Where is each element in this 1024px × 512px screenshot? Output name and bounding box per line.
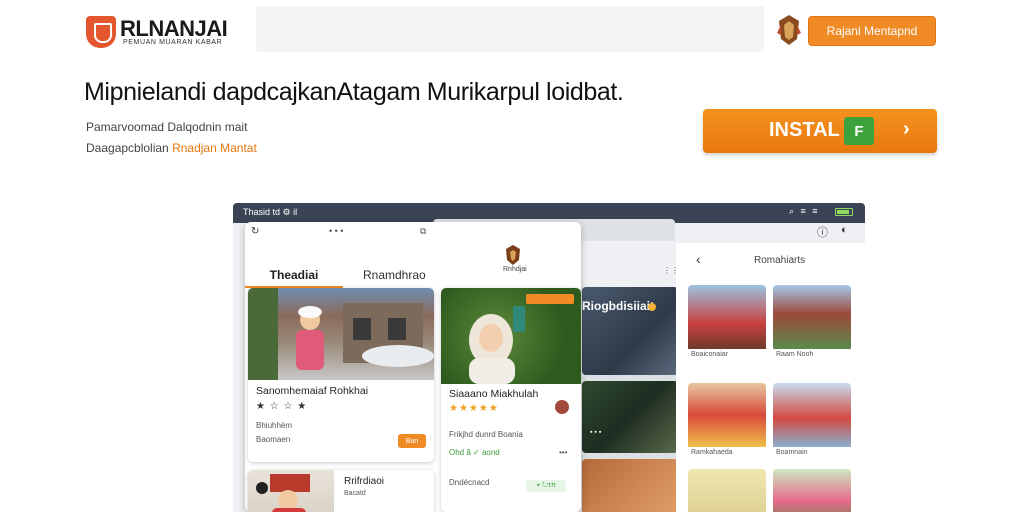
header-cta-button[interactable]: Rajanl Mentapnd [808,16,936,46]
listing-meta: Bacatd [344,490,366,497]
gallery-caption: Raam Nooh [776,351,814,358]
house-illustration [248,288,434,380]
hero-subtitle-2-text: Daagapcblolian [86,141,169,155]
listing-card[interactable]: Rrifrdiaoi Bacatd [248,470,434,512]
gallery-thumb[interactable]: Boaiconaiar [688,285,766,361]
device-mockup: Thasid td ⚙ il ⌕ ≡ ≡ ⋮⋮ Riogbdisiiait ▪ … [233,203,865,512]
feed-card[interactable]: Riogbdisiiait [582,287,678,375]
listing-title: Siaaano Miakhulah [449,388,539,400]
status-bar-left: Thasid td ⚙ il [243,207,298,217]
feed-card-caption: ▪ ▪ ▪ [590,429,602,436]
listing-meta: Dndécnacd [449,478,490,487]
emblem-icon [777,15,801,45]
app-logo-icon [506,245,520,265]
person-illustration [469,294,574,384]
battery-icon [835,208,853,216]
hero-subtitle-link[interactable]: Rnadjan Mantat [172,141,257,155]
back-icon[interactable]: ‹ [696,251,701,267]
person-illustration [256,474,310,512]
hero-subtitle-2: Daagapcblolian Rnadjan Mantat [86,141,257,155]
badge-icon [648,303,656,311]
rating-stars: ★★★★★ [449,403,499,414]
listing-photo [441,288,581,384]
listing-card[interactable]: Sanomhemaiaf Rohkhai ★ ☆ ☆ ★ Bhiuhhëm Ba… [248,288,434,462]
listing-title: Rrifrdiaoi [344,476,385,487]
brand-tagline: PEMUAN MUARAN KABAR [123,39,223,46]
chevron-right-icon: › [903,118,910,140]
gallery-thumb[interactable] [688,469,766,512]
middle-feed: Riogbdisiiait ▪ ▪ ▪ [580,287,678,512]
listing-action-button[interactable]: Ban [398,434,426,448]
theme-icon[interactable]: ◐ [841,224,848,236]
tabs-icon[interactable]: ⧉ [420,226,426,237]
listing-bottom-button[interactable]: ⌖ ↻τπ [526,480,566,492]
listing-title: Sanomhemaiaf Rohkhai [256,385,369,397]
more-icon[interactable]: ••• [559,448,567,457]
app-store-icon: F [844,117,874,145]
reload-icon[interactable]: ↻ [251,226,259,237]
app-logo-label: Rnhdjai [503,266,527,273]
install-button-label: INSTAL [769,119,840,141]
listing-meta: Bhiuhhëm [256,421,293,430]
brand-logo-icon[interactable] [86,16,116,48]
detail-panel-header: ‹ Romahiarts [676,243,865,277]
address-bar[interactable]: ↻ • • • ⧉ [245,222,435,242]
tab-home[interactable]: Theadiai [245,262,343,288]
feed-card[interactable]: ▪ ▪ ▪ [582,381,678,453]
gallery-thumb[interactable]: Ramkahaeda [688,383,766,459]
listing-photo [248,288,434,380]
gallery-thumb[interactable]: Raam Nooh [773,285,851,361]
gallery-thumb[interactable] [773,469,851,512]
page-headline: Mipnielandi dapdcajkanAtagam Murikarpul … [84,78,624,106]
listing-meta: Frikjhd dunrd Boania [449,430,523,439]
rating-stars: ★ ☆ ☆ ★ [256,401,308,412]
feed-card[interactable] [582,459,678,512]
listing-card[interactable]: Siaaano Miakhulah ★★★★★ Frikjhd dunrd Bo… [441,288,581,512]
gallery-caption: Boaiconaiar [691,351,728,358]
info-icon[interactable]: ⓘ [817,224,828,240]
status-icons: ⌕ ≡ ≡ [789,206,820,216]
app-window: ↻ • • • ⧉ Theadiai Rnamdhrao Rnhdjai San… [245,222,581,512]
tab-explore[interactable]: Rnamdhrao [363,268,426,282]
install-button[interactable]: INSTAL F › [703,109,937,153]
gallery-caption: Boamnain [776,449,808,456]
banner-area [256,6,764,52]
feed-card-title: Riogbdisiiait [582,299,654,313]
detail-panel-title: Romahiarts [754,255,806,266]
loading-dots: • • • [329,226,344,236]
tab-bar: Theadiai Rnamdhrao [245,262,581,288]
listing-meta: Baomaen [256,435,291,444]
avatar[interactable] [555,400,569,414]
listing-meta: Ohd ã ✓ aond [449,448,500,457]
hero-subtitle-1: Pamarvoomad Dalqodnin mait [86,120,248,134]
gallery-caption: Ramkahaeda [691,449,733,456]
listing-photo [248,470,334,512]
detail-panel: ‹ Romahiarts Boaiconaiar Raam Nooh Ramka… [676,243,865,512]
gallery-thumb[interactable]: Boamnain [773,383,851,459]
